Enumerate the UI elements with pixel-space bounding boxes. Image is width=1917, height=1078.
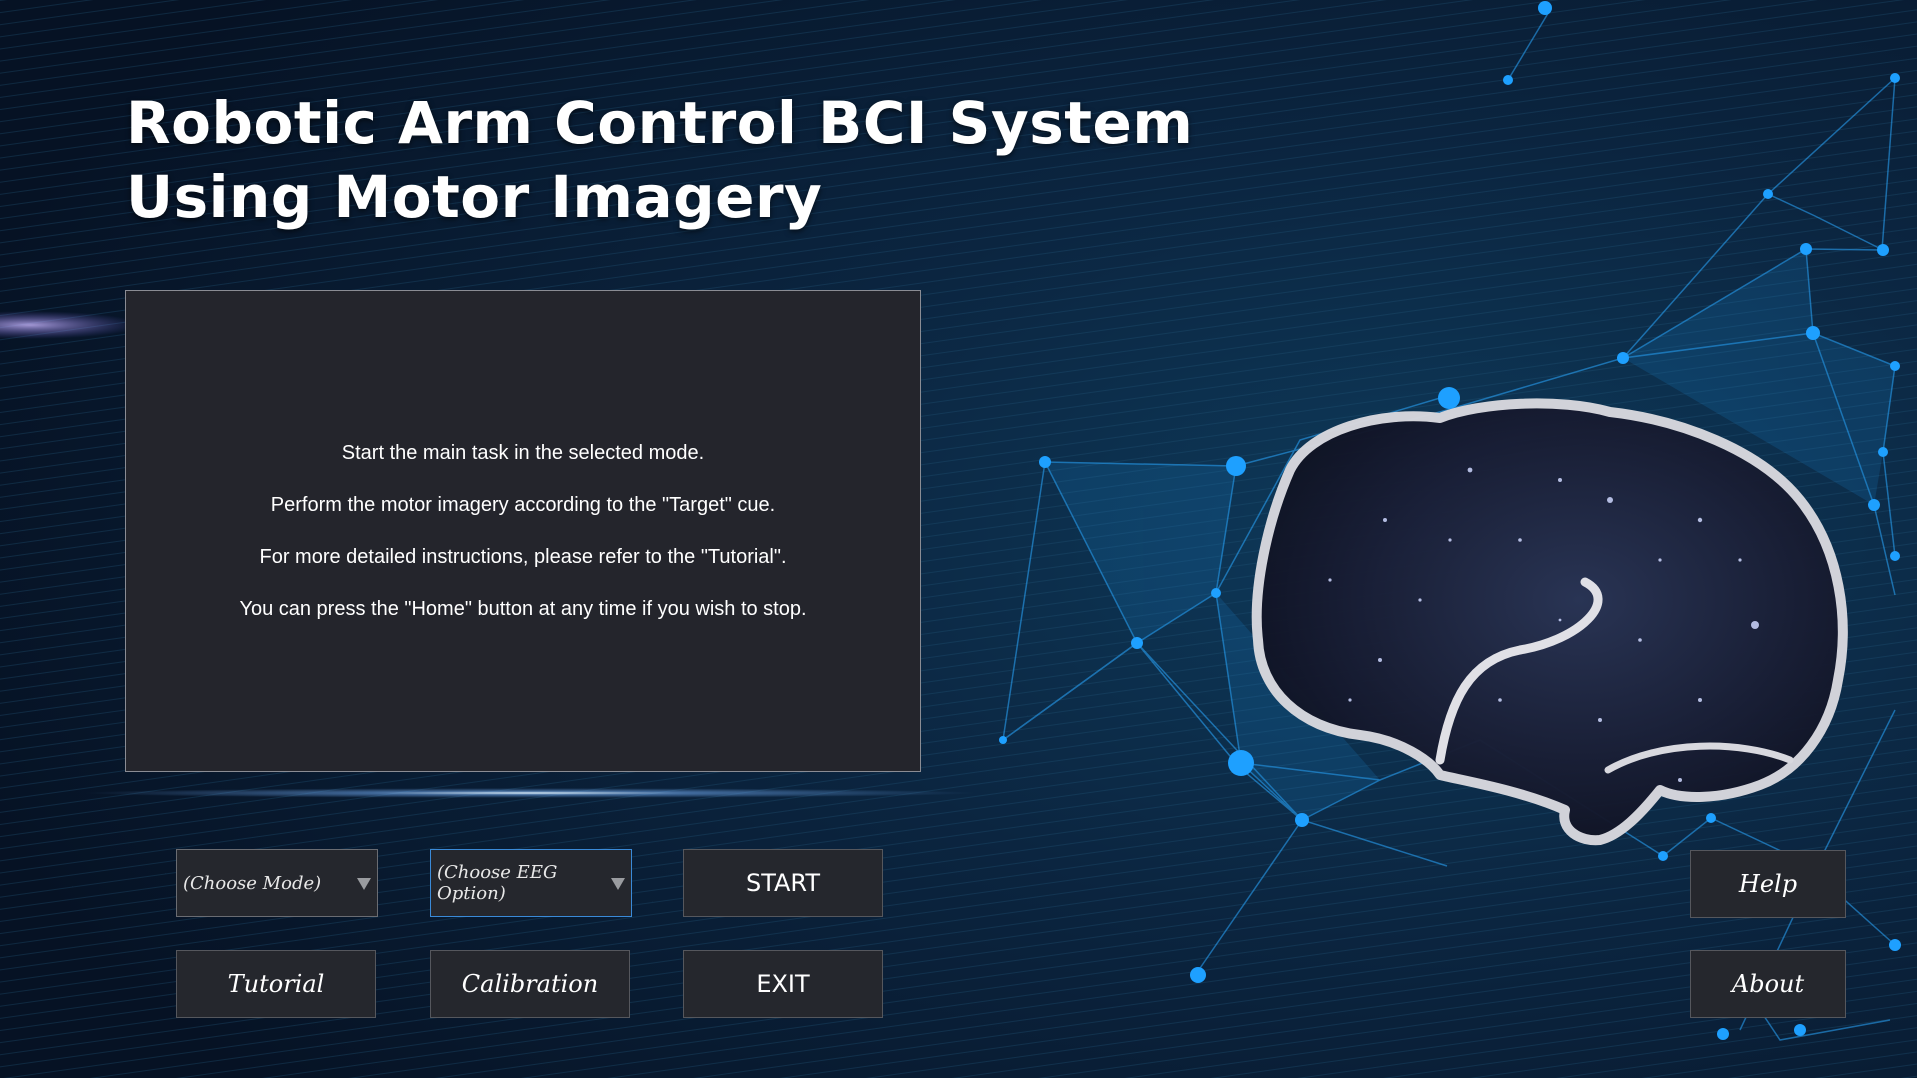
instruction-line: For more detailed instructions, please r…	[259, 546, 787, 568]
eeg-option-select[interactable]: (Choose EEG Option)	[430, 849, 632, 917]
light-streak	[80, 788, 980, 798]
chevron-down-icon	[357, 878, 371, 890]
eeg-select-value: (Choose EEG Option)	[437, 862, 558, 904]
exit-button[interactable]: EXIT	[683, 950, 883, 1018]
tutorial-button[interactable]: Tutorial	[176, 950, 376, 1018]
title-line-1: Robotic Arm Control BCI System	[126, 89, 1194, 157]
instructions-panel: Start the main task in the selected mode…	[125, 290, 921, 772]
exit-button-label: EXIT	[756, 970, 810, 998]
calibration-button-label: Calibration	[461, 970, 599, 998]
start-button[interactable]: START	[683, 849, 883, 917]
help-button[interactable]: Help	[1690, 850, 1846, 918]
about-button[interactable]: About	[1690, 950, 1846, 1018]
mode-select[interactable]: (Choose Mode)	[176, 849, 378, 917]
calibration-button[interactable]: Calibration	[430, 950, 630, 1018]
tutorial-button-label: Tutorial	[227, 970, 325, 998]
start-button-label: START	[745, 869, 821, 897]
instruction-line: You can press the "Home" button at any t…	[239, 598, 807, 620]
instruction-line: Perform the motor imagery according to t…	[270, 494, 776, 516]
chevron-down-icon	[611, 878, 625, 890]
title-line-2: Using Motor Imagery	[126, 163, 823, 231]
help-button-label: Help	[1738, 870, 1798, 898]
page-title: Robotic Arm Control BCI System Using Mot…	[126, 86, 1193, 234]
instruction-line: Start the main task in the selected mode…	[341, 442, 705, 464]
mode-select-value: (Choose Mode)	[183, 872, 322, 894]
about-button-label: About	[1731, 970, 1805, 998]
